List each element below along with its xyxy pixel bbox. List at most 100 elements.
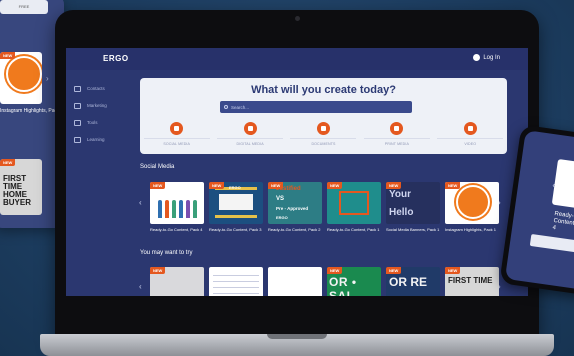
- section-title-social-media: Social Media: [140, 164, 175, 170]
- new-badge: NEW: [327, 182, 343, 189]
- search-icon: [224, 105, 228, 109]
- new-badge: NEW: [268, 182, 284, 189]
- hero-title: What will you create today?: [251, 84, 396, 96]
- suggested-card[interactable]: FIRST TIME NEW: [445, 267, 499, 296]
- login-label: Log In: [483, 54, 500, 61]
- search-placeholder: Search...: [231, 104, 250, 110]
- new-badge: NEW: [0, 159, 16, 166]
- art-text: OR • SAL: [329, 275, 357, 296]
- login-button[interactable]: Log In: [473, 54, 500, 61]
- content-card[interactable]: NEW Instagram Highlights, Pack 1: [445, 182, 499, 232]
- card-thumbnail: Justified VS Pre - Approved ERGO NEW: [268, 182, 322, 224]
- suggested-card[interactable]: OR • SAL NEW: [327, 267, 381, 296]
- first-time-buyer-thumb[interactable]: NEW FIRST TIME HOME BUYER: [0, 159, 42, 215]
- content-card[interactable]: NEW ERGO Ready-to-Go Content, Pack 3: [209, 182, 263, 232]
- card-thumbnail: [268, 267, 322, 296]
- card-thumbnail: Your Hello NEW: [386, 182, 440, 224]
- card-thumbnail: FIRST TIME NEW: [445, 267, 499, 296]
- content-card[interactable]: NEW Ready-to-Go Content, Pack 4: [150, 182, 204, 232]
- sidebar-item-label: Learning: [87, 137, 105, 142]
- category-social-media[interactable]: SOCIAL MEDIA: [143, 122, 210, 146]
- sidebar-item-label: Marketing: [87, 103, 107, 108]
- category-documents[interactable]: DOCUMENTS: [290, 122, 357, 146]
- sidebar-item-label: Tools: [87, 120, 98, 125]
- digital-media-icon: [243, 122, 257, 135]
- suggested-card[interactable]: [209, 267, 263, 296]
- phone-bottom-bar: [529, 233, 574, 255]
- art-text: Pre - Approved: [276, 206, 309, 211]
- art-text: VS: [276, 196, 285, 202]
- category-print-media[interactable]: PRINT MEDIA: [363, 122, 430, 146]
- social-media-carousel: NEW Ready-to-Go Content, Pack 4 NEW ERGO…: [150, 182, 499, 232]
- card-title: Ready-to-Go Content, Pack 3: [209, 227, 262, 232]
- category-label: VIDEO: [437, 138, 504, 146]
- new-badge: NEW: [386, 267, 402, 274]
- laptop-notch: [267, 334, 327, 339]
- category-list: SOCIAL MEDIA DIGITAL MEDIA DOCUMENTS PRI…: [140, 122, 507, 146]
- instagram-highlights-thumb[interactable]: NEW: [0, 52, 42, 104]
- phone-card-title: Ready-to-Go Content, Pack 4: [552, 210, 574, 232]
- suggested-card[interactable]: [268, 267, 322, 296]
- sidebar-item-marketing[interactable]: Marketing: [74, 97, 134, 114]
- user-icon: [473, 54, 481, 61]
- thumb-text: FIRST TIME HOME BUYER: [3, 174, 32, 207]
- art-text: ERGO: [276, 215, 288, 220]
- card-thumbnail: [209, 267, 263, 296]
- content-card[interactable]: NEW Ready-to-Go Content, Pack 1: [327, 182, 381, 232]
- app-logo[interactable]: ERGO: [103, 54, 129, 63]
- new-badge: NEW: [445, 182, 461, 189]
- card-thumbnail: NEW: [327, 182, 381, 224]
- art-text: OR RE: [389, 275, 428, 289]
- phone-card-thumbnail[interactable]: [551, 158, 574, 211]
- camera-icon: [294, 16, 300, 21]
- suggested-card[interactable]: NEW: [150, 267, 204, 296]
- laptop-base: [40, 334, 554, 356]
- sidebar-item-learning[interactable]: Learning: [74, 131, 134, 148]
- category-digital-media[interactable]: DIGITAL MEDIA: [217, 122, 284, 146]
- new-badge: NEW: [0, 52, 16, 59]
- card-thumbnail: NEW ERGO: [209, 182, 263, 224]
- sidebar-item-tools[interactable]: Tools: [74, 114, 134, 131]
- sidebar-item-contacts[interactable]: Contacts: [74, 80, 134, 97]
- contacts-icon: [74, 85, 81, 92]
- book-icon: [74, 136, 81, 143]
- category-label: DOCUMENTS: [290, 138, 357, 146]
- new-badge: NEW: [327, 267, 343, 274]
- card-thumbnail: NEW: [150, 267, 204, 296]
- card-thumbnail: OR RE NEW: [386, 267, 440, 296]
- orange-brain-icon: [6, 56, 42, 92]
- app-screen: ERGO Log In Contacts Marketing Tools Lea…: [66, 48, 528, 296]
- hero-panel: What will you create today? Search... SO…: [140, 78, 507, 154]
- section-title-you-may-want: You may want to try: [140, 250, 193, 256]
- card-title: Ready-to-Go Content, Pack 1: [327, 227, 380, 232]
- chevron-left-icon[interactable]: ‹: [139, 282, 142, 291]
- chevron-right-icon[interactable]: ›: [46, 74, 49, 83]
- card-thumbnail: NEW: [445, 182, 499, 224]
- art-text: ERGO: [229, 185, 241, 190]
- category-label: PRINT MEDIA: [363, 138, 430, 146]
- art-text: Your: [389, 189, 412, 200]
- sidebar: Contacts Marketing Tools Learning: [74, 80, 134, 148]
- new-badge: NEW: [209, 182, 225, 189]
- search-input[interactable]: Search...: [220, 101, 412, 113]
- card-title: Ready-to-Go Content, Pack 4: [150, 227, 203, 232]
- suggested-card[interactable]: OR RE NEW: [386, 267, 440, 296]
- megaphone-icon: [74, 102, 81, 109]
- content-card[interactable]: Your Hello NEW Social Media Banners, Pac…: [386, 182, 440, 232]
- card-title: Social Media Banners, Pack 1: [386, 227, 440, 232]
- tools-icon: [74, 119, 81, 126]
- card-title: Instagram Highlights, Pack 1: [445, 227, 496, 232]
- new-badge: NEW: [150, 182, 166, 189]
- category-label: DIGITAL MEDIA: [217, 138, 284, 146]
- suggested-carousel: NEW OR • SAL NEW OR RE NEW FIRST TIME NE…: [150, 267, 499, 296]
- top-bar: ERGO Log In: [66, 48, 528, 70]
- card-title: Ready-to-Go Content, Pack 2: [268, 227, 321, 232]
- category-video[interactable]: VIDEO: [437, 122, 504, 146]
- print-media-icon: [390, 122, 404, 135]
- category-label: SOCIAL MEDIA: [143, 138, 210, 146]
- social-media-icon: [170, 122, 184, 135]
- orange-brain-icon: [456, 185, 490, 219]
- new-badge: NEW: [445, 267, 461, 274]
- chevron-left-icon[interactable]: ‹: [139, 198, 142, 207]
- content-card[interactable]: Justified VS Pre - Approved ERGO NEW Rea…: [268, 182, 322, 232]
